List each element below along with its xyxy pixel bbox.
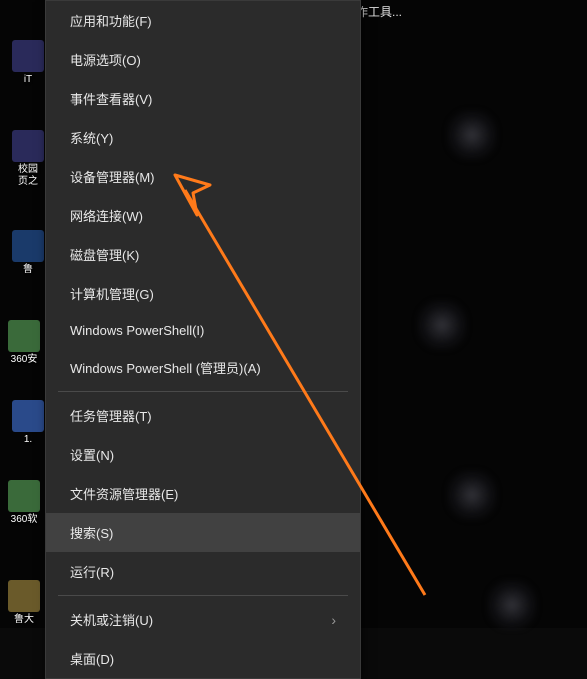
- menu-item[interactable]: 任务管理器(T): [46, 396, 360, 435]
- menu-item[interactable]: 设置(N): [46, 435, 360, 474]
- blurred-desktop-icon: [487, 580, 537, 630]
- menu-item[interactable]: 电源选项(O): [46, 40, 360, 79]
- desktop-icon-image: [8, 580, 40, 612]
- menu-item-label: 设置(N): [70, 445, 114, 464]
- desktop-icon[interactable]: 1.: [8, 400, 48, 446]
- desktop-icon[interactable]: 360安: [4, 320, 44, 366]
- menu-item[interactable]: 系统(Y): [46, 118, 360, 157]
- menu-item[interactable]: Windows PowerShell (管理员)(A): [46, 348, 360, 387]
- desktop-icon-label: 鲁: [8, 264, 48, 276]
- menu-item[interactable]: 事件查看器(V): [46, 79, 360, 118]
- partial-window-title: 作工具...: [356, 3, 402, 20]
- menu-separator: [58, 391, 348, 392]
- menu-item[interactable]: 文件资源管理器(E): [46, 474, 360, 513]
- blurred-desktop-icon: [447, 470, 497, 520]
- desktop-icon[interactable]: 校园 页之: [8, 130, 48, 188]
- desktop-icon-label: iT: [8, 74, 48, 86]
- menu-item-label: 系统(Y): [70, 128, 113, 147]
- menu-item[interactable]: 网络连接(W): [46, 196, 360, 235]
- menu-item[interactable]: 磁盘管理(K): [46, 235, 360, 274]
- desktop-icon-label: 页之: [8, 176, 48, 188]
- menu-item[interactable]: 设备管理器(M): [46, 157, 360, 196]
- desktop-icon-image: [8, 480, 40, 512]
- menu-item-label: 桌面(D): [70, 649, 114, 668]
- desktop-icon-image: [12, 400, 44, 432]
- menu-item-label: 磁盘管理(K): [70, 245, 139, 264]
- menu-item-label: 应用和功能(F): [70, 11, 152, 30]
- menu-item[interactable]: 应用和功能(F): [46, 1, 360, 40]
- desktop-icon-label: 360软: [4, 514, 44, 526]
- menu-item[interactable]: 搜索(S): [46, 513, 360, 552]
- blurred-desktop-icon: [447, 110, 497, 160]
- menu-item[interactable]: 运行(R): [46, 552, 360, 591]
- menu-item-label: 运行(R): [70, 562, 114, 581]
- menu-item-label: 搜索(S): [70, 523, 113, 542]
- desktop-icon-image: [12, 230, 44, 262]
- desktop-icon[interactable]: 鲁大: [4, 580, 44, 626]
- desktop-icon-label: 1.: [8, 434, 48, 446]
- desktop-icon-label: 360安: [4, 354, 44, 366]
- menu-item-label: 计算机管理(G): [70, 284, 154, 303]
- menu-item[interactable]: Windows PowerShell(I): [46, 313, 360, 348]
- menu-item-label: Windows PowerShell(I): [70, 323, 204, 338]
- menu-item-label: 设备管理器(M): [70, 167, 155, 186]
- desktop-icon-image: [12, 40, 44, 72]
- menu-item[interactable]: 桌面(D): [46, 639, 360, 678]
- desktop-icon[interactable]: 360软: [4, 480, 44, 526]
- desktop-icon-label: 鲁大: [4, 614, 44, 626]
- blurred-desktop-icon: [417, 300, 467, 350]
- menu-item[interactable]: 关机或注销(U) ›: [46, 600, 360, 639]
- desktop-icon[interactable]: iT: [8, 40, 48, 86]
- menu-item-label: 任务管理器(T): [70, 406, 152, 425]
- desktop-icon-label: 校园: [8, 164, 48, 176]
- menu-item-label: 事件查看器(V): [70, 89, 152, 108]
- menu-item-label: 电源选项(O): [70, 50, 141, 69]
- menu-item-label: 网络连接(W): [70, 206, 143, 225]
- desktop-icon-image: [12, 130, 44, 162]
- menu-item[interactable]: 计算机管理(G): [46, 274, 360, 313]
- chevron-right-icon: ›: [331, 612, 336, 628]
- desktop-icon[interactable]: 鲁: [8, 230, 48, 276]
- menu-item-label: Windows PowerShell (管理员)(A): [70, 358, 261, 377]
- menu-item-label: 文件资源管理器(E): [70, 484, 178, 503]
- menu-separator: [58, 595, 348, 596]
- desktop-icon-image: [8, 320, 40, 352]
- menu-item-label: 关机或注销(U): [70, 610, 153, 629]
- winx-context-menu: 应用和功能(F) 电源选项(O) 事件查看器(V) 系统(Y) 设备管理器(M) 网络连接…: [45, 0, 361, 679]
